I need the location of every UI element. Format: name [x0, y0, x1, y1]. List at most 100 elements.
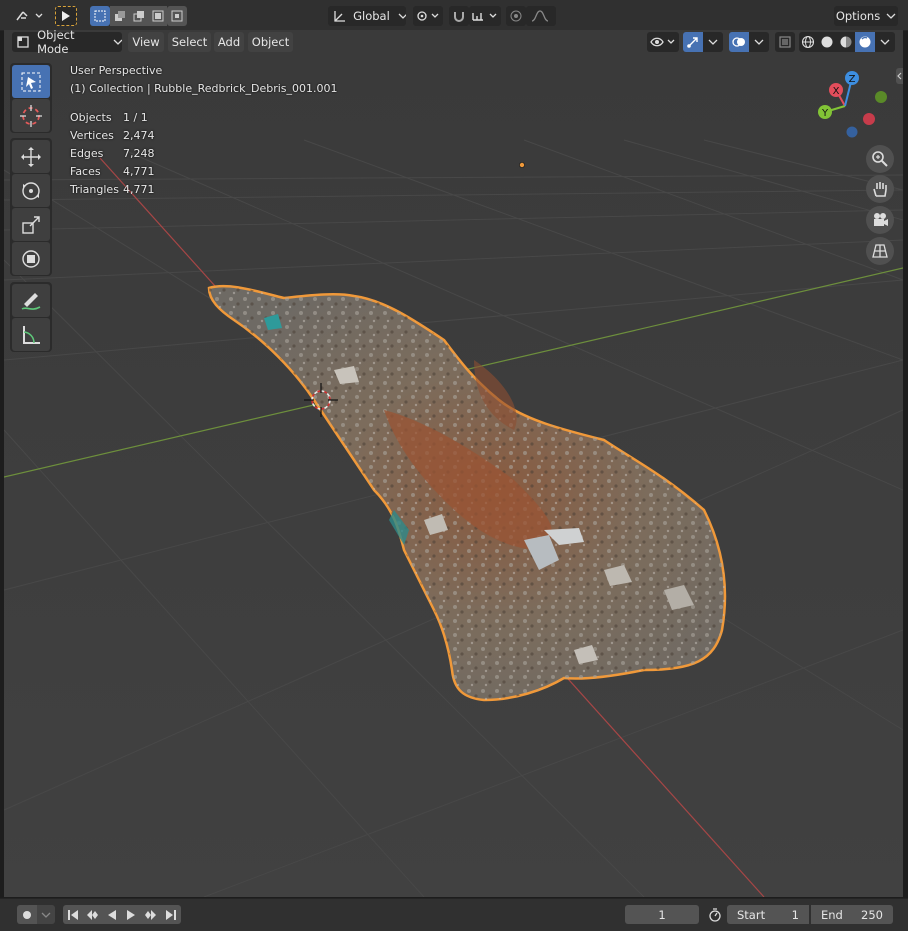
material-sphere-icon	[840, 36, 851, 48]
select-mode-subtract-button[interactable]	[129, 6, 148, 26]
zoom-icon	[872, 151, 888, 167]
stopwatch-icon	[709, 907, 721, 922]
frame-start-label: Start	[737, 907, 766, 922]
camera-view-button[interactable]	[866, 206, 894, 234]
scale-tool[interactable]	[12, 208, 50, 241]
mode-dropdown[interactable]: Object Mode	[12, 28, 122, 56]
keyframe-next-icon	[145, 909, 156, 920]
play-reverse-button[interactable]	[102, 905, 121, 924]
select-box-icon	[94, 10, 106, 22]
rendered-sphere-icon	[859, 36, 871, 48]
rotate-icon	[22, 181, 40, 200]
chevron-down-icon	[754, 39, 764, 45]
falloff-curve-icon	[531, 10, 549, 22]
jump-to-keyframe-next-button[interactable]	[141, 905, 161, 924]
3d-cursor-icon	[20, 104, 42, 127]
select-tool-button[interactable]	[55, 6, 77, 26]
navigation-gizmo[interactable]: X Y Z	[809, 66, 899, 146]
sidebar-toggle-tab[interactable]	[896, 68, 903, 84]
editor-type-icon	[16, 11, 43, 21]
shading-material-button[interactable]	[836, 32, 855, 52]
chevron-down-icon	[398, 13, 406, 19]
measure-tool[interactable]	[12, 318, 50, 351]
tool-group-annotate	[10, 282, 52, 352]
jump-to-end-button[interactable]	[161, 905, 181, 924]
menu-select[interactable]: Select	[168, 32, 211, 52]
shading-dropdown[interactable]	[875, 32, 895, 52]
shading-solid-button[interactable]	[817, 32, 836, 52]
gizmo-dropdown[interactable]	[703, 32, 723, 52]
jump-to-start-button[interactable]	[63, 905, 82, 924]
overlays-toggle[interactable]	[729, 32, 749, 52]
menu-view[interactable]: View	[128, 32, 164, 52]
projection-toggle-button[interactable]	[866, 237, 894, 265]
overlays-dropdown[interactable]	[749, 32, 769, 52]
object-mode-icon	[17, 36, 29, 48]
cursor-tool[interactable]	[12, 99, 50, 132]
keying-set-dropdown[interactable]	[37, 905, 55, 924]
frame-start-value: 1	[791, 907, 799, 922]
auto-keying-toggle[interactable]	[17, 905, 37, 924]
select-mode-invert-button[interactable]	[148, 6, 167, 26]
cursor-icon	[62, 11, 70, 21]
annotate-tool[interactable]	[12, 284, 50, 317]
viewport-scene	[4, 30, 903, 897]
zoom-button[interactable]	[866, 145, 894, 173]
mode-label: Object Mode	[37, 28, 75, 56]
stat-triangles-value: 4,771	[123, 183, 155, 196]
visibility-dropdown[interactable]	[647, 32, 679, 52]
proportional-editing-toggle[interactable]	[506, 6, 526, 26]
move-tool[interactable]	[12, 140, 50, 173]
shading-rendered-button[interactable]	[855, 32, 875, 52]
play-button[interactable]	[121, 905, 141, 924]
editor-type-button[interactable]	[12, 6, 46, 26]
menu-add[interactable]: Add	[214, 32, 244, 52]
select-mode-intersect-button[interactable]	[167, 6, 187, 26]
pencil-icon	[21, 292, 41, 310]
3d-viewport[interactable]: User Perspective (1) Collection | Rubble…	[4, 30, 903, 897]
select-mode-new-button[interactable]	[90, 6, 110, 26]
select-extend-icon	[114, 11, 125, 21]
play-reverse-icon	[107, 909, 116, 920]
gizmo-icon	[687, 37, 698, 48]
pan-button[interactable]	[866, 175, 894, 203]
skip-start-icon	[67, 909, 78, 920]
current-frame-field[interactable]: 1	[625, 905, 699, 924]
menu-object[interactable]: Object	[248, 32, 293, 52]
transform-tool[interactable]	[12, 242, 50, 275]
neg-x-axis-handle[interactable]	[863, 113, 875, 125]
neg-z-axis-handle[interactable]	[846, 126, 858, 138]
select-invert-icon	[152, 10, 163, 22]
stat-faces-label: Faces	[70, 165, 101, 178]
pivot-point-dropdown[interactable]	[413, 6, 443, 26]
preview-range-toggle[interactable]	[705, 905, 725, 924]
neg-y-axis-handle[interactable]	[875, 91, 887, 103]
frame-end-field[interactable]: End 250	[811, 905, 893, 924]
proportional-falloff-dropdown[interactable]	[526, 6, 556, 26]
stat-vertices-label: Vertices	[70, 129, 114, 142]
shading-wireframe-button[interactable]	[799, 32, 817, 52]
skip-end-icon	[166, 909, 176, 920]
options-dropdown[interactable]: Options	[834, 6, 898, 26]
snap-target-dropdown[interactable]	[469, 6, 501, 26]
keyframe-prev-icon	[87, 909, 98, 920]
stat-objects-label: Objects	[70, 111, 112, 124]
chevron-down-icon	[708, 39, 718, 45]
xray-toggle[interactable]	[775, 32, 795, 52]
camera-icon	[874, 213, 888, 226]
orientation-icon	[334, 11, 345, 22]
rotate-tool[interactable]	[12, 174, 50, 207]
stat-faces-value: 4,771	[123, 165, 155, 178]
transform-orientation-dropdown[interactable]: Global	[328, 6, 406, 26]
gizmo-toggle[interactable]	[683, 32, 703, 52]
eye-icon	[650, 37, 675, 47]
jump-to-keyframe-prev-button[interactable]	[82, 905, 102, 924]
timeline-header: 1 Start 1 End 250	[0, 898, 908, 931]
select-box-tool[interactable]	[12, 65, 50, 98]
snap-toggle[interactable]	[449, 6, 469, 26]
select-mode-extend-button[interactable]	[110, 6, 129, 26]
stat-triangles-label: Triangles	[70, 183, 119, 196]
light-object[interactable]	[519, 161, 526, 168]
select-subtract-icon	[133, 11, 144, 22]
frame-start-field[interactable]: Start 1	[727, 905, 809, 924]
